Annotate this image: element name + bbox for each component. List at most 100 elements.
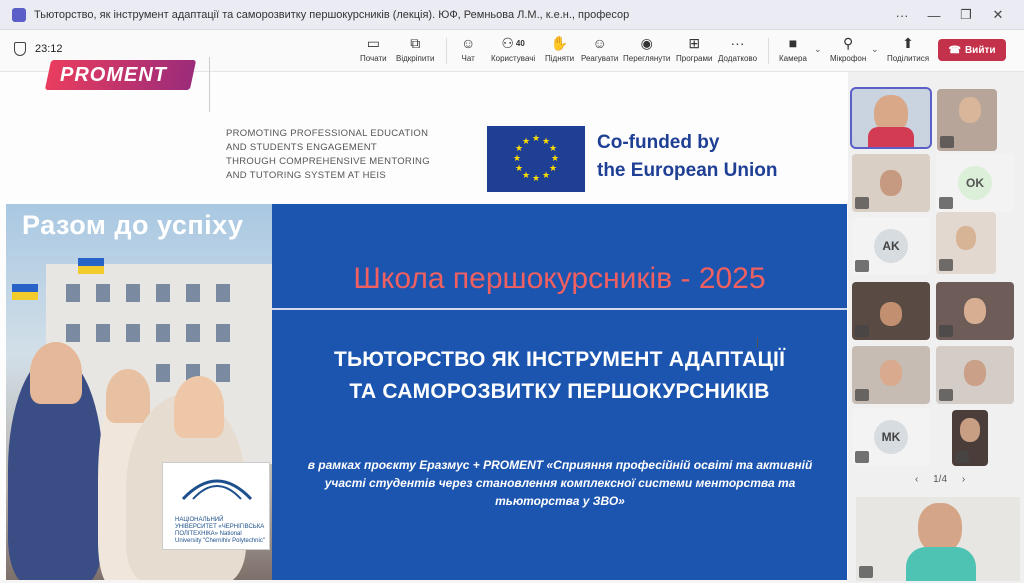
participant-tile[interactable]: AK [852,217,930,275]
page-indicator: 1/4 [933,474,948,485]
people-icon: ⚇ [501,34,514,51]
slide-heading: ТЬЮТОРСТВО ЯК ІНСТРУМЕНТ АДАПТАЦІЇ [333,348,786,371]
mic-off-icon [855,197,869,209]
university-sign-text: НАЦІОНАЛЬНИЙ УНІВЕРСИТЕТ «ЧЕРНІГІВСЬКА П… [175,517,265,544]
participant-tile[interactable] [937,89,997,151]
eu-cofunded-text: the European Union [597,160,778,181]
more-button[interactable]: ··· Додатково [718,34,757,63]
phone-icon: ☎ [948,44,961,56]
participant-tile[interactable] [852,346,930,404]
ukraine-flag-icon [12,284,38,300]
proment-logo-text: PROMENT [60,64,167,86]
participant-tile[interactable] [936,346,1014,404]
mic-off-icon: ⚲ [843,34,854,51]
participant-tile[interactable] [952,410,988,466]
share-icon: ⬆ [902,34,914,51]
mic-off-icon [939,259,953,271]
mic-off-icon [855,260,869,272]
meeting-timer: 23:12 [35,43,63,55]
minimize-icon[interactable]: — [918,8,950,23]
react-button[interactable]: ☺ Реагувати [581,34,618,63]
popout-button[interactable]: ⧉ Відкріпити [396,34,434,64]
chat-icon: ☺ [461,35,476,51]
svg-text:★: ★ [542,171,550,181]
chevron-down-icon[interactable]: ⌄ [871,44,879,55]
gallery-pager: ‹ 1/4 › [909,474,971,485]
popout-icon: ⧉ [410,34,421,51]
university-logo-icon [181,479,253,501]
svg-text:★: ★ [549,164,557,174]
more-options-icon[interactable]: ··· [886,8,918,23]
student-face [106,369,150,423]
view-icon: ◉ [640,34,653,51]
people-button[interactable]: ⚇ 40 Користувачі [491,34,535,64]
svg-text:★: ★ [532,174,540,184]
chevron-down-icon[interactable]: ⌄ [814,44,822,55]
mic-off-icon [855,389,869,401]
svg-text:★: ★ [522,171,530,181]
student-face [174,376,224,438]
svg-text:★: ★ [551,154,559,164]
participant-tile[interactable] [852,154,930,212]
mic-off-icon [939,325,953,337]
proment-tagline: PROMOTING PROFESSIONAL EDUCATION [226,128,429,139]
eu-stars-icon: ★ ★★ ★★★ ★★★ ★★★ [513,134,559,184]
school-title: Школа першокурсників - 2025 [353,262,766,295]
mic-off-icon [855,451,869,463]
svg-text:★: ★ [513,154,521,164]
participant-avatar: OK [958,166,992,200]
shield-icon [14,42,26,56]
title-bar: Тьюторство, як інструмент адаптації та с… [0,0,1024,30]
photo-caption: Разом до успіху [22,210,244,240]
close-icon[interactable]: ✕ [982,7,1014,23]
divider [446,38,447,64]
react-icon: ☺ [592,35,607,51]
view-button[interactable]: ◉ Переглянути [623,34,670,64]
window-title: Тьюторство, як інструмент адаптації та с… [34,8,630,21]
divider [768,38,769,64]
raise-hand-icon: ✋ [550,34,569,51]
svg-text:★: ★ [515,164,523,174]
mic-off-icon [940,136,954,148]
apps-button[interactable]: ⊞ Програми [676,34,712,64]
raise-hand-button[interactable]: ✋ Підняти [545,34,574,64]
chevron-left-icon[interactable]: ‹ [915,474,918,485]
svg-text:★: ★ [549,144,557,154]
svg-text:★: ★ [522,137,530,147]
eu-flag: ★ ★ ★ ★ ★ ★ ★ ★ ★ ★ ★ ★ [487,126,585,192]
proment-tagline: AND TUTORING SYSTEM AT HEIS [226,170,386,181]
participant-tile[interactable] [936,282,1014,340]
slide-heading: ТА САМОРОЗВИТКУ ПЕРШОКУРСНИКІВ [349,380,770,403]
leave-button[interactable]: ☎ Вийти [938,39,1006,61]
proment-tagline: THROUGH COMPREHENSIVE MENTORING [226,156,430,167]
participant-tile[interactable]: MK [852,408,930,466]
participant-tile[interactable]: OK [936,154,1014,212]
chevron-right-icon[interactable]: › [962,474,965,485]
mic-off-icon [955,451,969,463]
more-icon: ··· [730,35,745,51]
chat-button[interactable]: ☺ Чат [461,34,475,63]
participant-tile[interactable] [936,212,996,274]
participant-tile[interactable] [852,282,930,340]
share-screen-button[interactable]: ▭ Почати [360,34,387,64]
divider [209,57,210,112]
slide-subtitle: тьюторства у ЗВО» [495,494,625,508]
window-controls: ··· — ❐ ✕ [886,0,1014,30]
mic-off-icon [939,389,953,401]
participant-tile-speaker[interactable] [850,87,932,149]
participant-avatar: MK [874,420,908,454]
share-screen-icon: ▭ [366,34,380,51]
restore-icon[interactable]: ❐ [950,7,982,23]
participant-avatar: AK [874,229,908,263]
share-button[interactable]: ⬆ Поділитися [887,34,929,64]
self-video-tile[interactable] [856,497,1020,581]
divider [272,308,847,310]
proment-tagline: AND STUDENTS ENGAGEMENT [226,142,377,153]
apps-icon: ⊞ [688,34,701,51]
participant-count: 40 [515,38,525,48]
camera-button[interactable]: ■ Камера [779,34,807,63]
microphone-button[interactable]: ⚲ Мікрофон [830,34,866,64]
teams-logo-icon [12,7,26,22]
mic-off-icon [855,325,869,337]
ukraine-flag-icon [78,258,104,274]
